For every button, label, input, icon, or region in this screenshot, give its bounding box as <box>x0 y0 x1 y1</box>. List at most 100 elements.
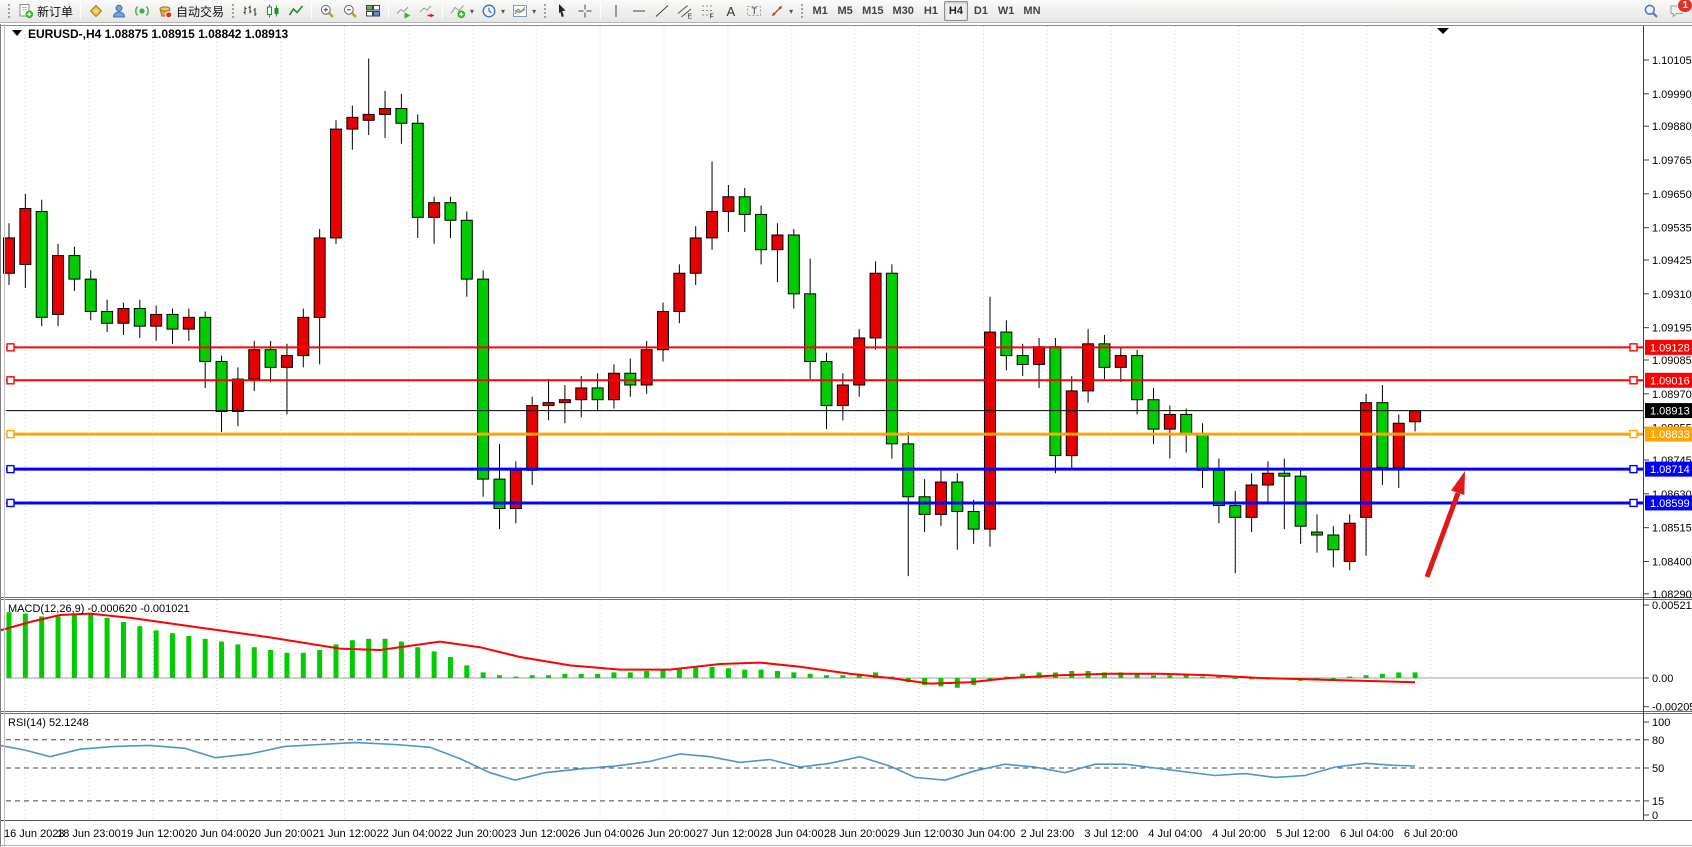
level-anchor-right[interactable] <box>1630 377 1637 384</box>
toolbar-handle[interactable] <box>231 3 235 19</box>
user-icon <box>111 3 127 19</box>
price-tick-label: 1.09650 <box>1652 189 1692 201</box>
macd-histogram-bar <box>186 636 191 678</box>
macd-histogram-bar <box>350 640 355 678</box>
price-badge-1.08833-label: 1.08833 <box>1650 429 1690 441</box>
shift-icon <box>419 3 435 19</box>
level-anchor-left[interactable] <box>7 466 14 473</box>
macd-histogram-bar <box>121 622 126 678</box>
toolbar-handle[interactable] <box>543 3 547 19</box>
macd-histogram-bar <box>710 667 715 678</box>
candle <box>739 197 750 215</box>
candle <box>249 350 260 379</box>
toolbar-handle[interactable] <box>7 3 11 19</box>
chart-shift-button[interactable] <box>416 1 438 21</box>
tf-M1-button[interactable]: M1 <box>808 1 832 21</box>
candle <box>1066 391 1077 456</box>
bar-chart-button[interactable] <box>239 1 261 21</box>
candle <box>102 311 113 323</box>
price-tick-label: 1.09880 <box>1652 121 1692 133</box>
zoom-out-icon <box>342 3 358 19</box>
gold-button[interactable] <box>85 1 107 21</box>
level-anchor-left[interactable] <box>7 499 14 506</box>
arrows-tool-button[interactable]: ▾ <box>766 1 796 21</box>
notification-badge: 1 <box>1677 0 1692 13</box>
chart-canvas[interactable]: 1.101051.099901.098801.097651.096501.095… <box>0 24 1692 847</box>
auto-scroll-button[interactable] <box>393 1 415 21</box>
periods-button[interactable]: ▾ <box>478 1 508 21</box>
fibonacci-tool-button[interactable]: F <box>697 1 719 21</box>
candle <box>1246 485 1257 517</box>
candle <box>200 317 211 361</box>
profile-button[interactable] <box>108 1 130 21</box>
tf-H4-button[interactable]: H4 <box>944 1 968 21</box>
level-anchor-right[interactable] <box>1630 499 1637 506</box>
candle <box>1295 476 1306 526</box>
candlestick-chart-button[interactable] <box>262 1 284 21</box>
macd-histogram-bar <box>1331 678 1336 679</box>
macd-histogram-bar <box>219 642 224 678</box>
zoom-out-button[interactable] <box>339 1 361 21</box>
date-label: 21 Jun 12:00 <box>313 828 377 840</box>
macd-tick-label: 0.005211 <box>1652 600 1692 612</box>
tf-D1-button[interactable]: D1 <box>969 1 993 21</box>
crosshair-tool-button[interactable] <box>574 1 596 21</box>
text-tool-button[interactable]: A <box>720 1 742 21</box>
search-button[interactable] <box>1640 1 1662 21</box>
candle <box>1050 347 1061 456</box>
horizontal-line-tool-button[interactable] <box>628 1 650 21</box>
macd-histogram-bar <box>562 674 567 678</box>
candle <box>788 235 799 294</box>
tf-MN-button[interactable]: MN <box>1019 1 1044 21</box>
tile-windows-button[interactable] <box>362 1 384 21</box>
macd-histogram-bar <box>301 653 306 678</box>
date-label: 28 Jun 20:00 <box>824 828 888 840</box>
level-anchor-left[interactable] <box>7 431 14 438</box>
chart-window[interactable]: 1.101051.099901.098801.097651.096501.095… <box>0 24 1692 847</box>
text-icon: A <box>723 3 739 19</box>
candle <box>347 117 358 129</box>
level-anchor-right[interactable] <box>1630 431 1637 438</box>
autotrade-button[interactable]: 自动交易 <box>154 1 227 21</box>
level-anchor-left[interactable] <box>7 344 14 351</box>
candle <box>658 311 669 349</box>
cursor-tool-button[interactable] <box>551 1 573 21</box>
channel-tool-button[interactable]: E <box>674 1 696 21</box>
signals-button[interactable] <box>131 1 153 21</box>
date-label: 22 Jun 04:00 <box>377 828 441 840</box>
macd-histogram-bar <box>775 671 780 678</box>
autotrade-icon <box>157 3 173 19</box>
macd-histogram-bar <box>317 650 322 678</box>
candle <box>281 356 292 368</box>
candle <box>216 361 227 411</box>
tf-M15-button[interactable]: M15 <box>858 1 887 21</box>
candle <box>1083 344 1094 391</box>
rsi-tick-label: 15 <box>1652 796 1664 808</box>
templates-button[interactable]: ▾ <box>509 1 539 21</box>
rsi-tick-label: 50 <box>1652 763 1664 775</box>
date-label: 22 Jun 20:00 <box>440 828 504 840</box>
indicators-button[interactable]: ▾ <box>447 1 477 21</box>
candle <box>331 129 342 238</box>
tf-H1-button[interactable]: H1 <box>919 1 943 21</box>
tf-W1-button[interactable]: W1 <box>994 1 1019 21</box>
price-badge-1.08599-label: 1.08599 <box>1650 498 1690 510</box>
new-order-button[interactable]: 新订单 <box>15 1 76 21</box>
tf-M5-button[interactable]: M5 <box>833 1 857 21</box>
candle <box>314 238 325 317</box>
line-chart-button[interactable] <box>285 1 307 21</box>
zoom-in-button[interactable] <box>316 1 338 21</box>
level-anchor-right[interactable] <box>1630 466 1637 473</box>
text-label-tool-button[interactable]: T <box>743 1 765 21</box>
toolbar-handle[interactable] <box>800 3 804 19</box>
level-anchor-right[interactable] <box>1630 344 1637 351</box>
macd-histogram-bar <box>137 626 142 678</box>
candle <box>968 511 979 529</box>
candle <box>1115 356 1126 368</box>
vertical-line-tool-button[interactable] <box>605 1 627 21</box>
trendline-tool-button[interactable] <box>651 1 673 21</box>
tf-M30-button[interactable]: M30 <box>889 1 918 21</box>
level-anchor-left[interactable] <box>7 377 14 384</box>
current-price-badge-label: 1.08913 <box>1650 406 1690 418</box>
chat-button[interactable]: 1 <box>1666 1 1688 21</box>
